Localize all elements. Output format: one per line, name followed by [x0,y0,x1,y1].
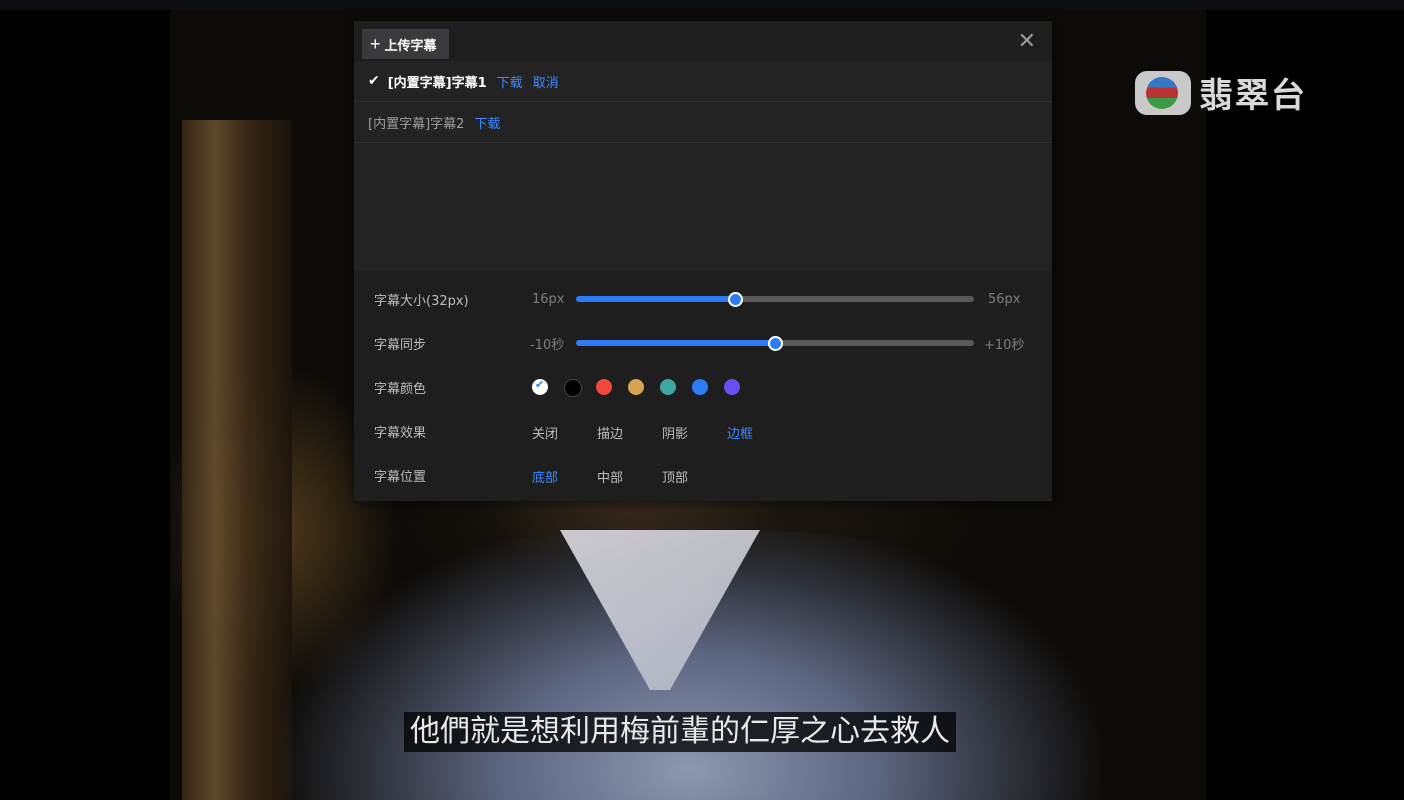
position-label: 字幕位置 [374,469,427,485]
cancel-link[interactable]: 取消 [533,72,559,91]
color-swatch[interactable] [532,378,548,395]
effect-option[interactable]: 阴影 [662,423,688,442]
check-icon: ✔ [368,73,380,89]
color-swatch[interactable] [692,379,708,395]
effect-label: 字幕效果 [374,425,427,441]
upload-subtitle-button[interactable]: + 上传字幕 [362,29,449,59]
tvb-logo-icon [1135,70,1191,115]
effect-option[interactable]: 描边 [597,423,623,442]
size-slider-handle[interactable] [728,292,744,307]
upload-label: 上传字幕 [384,37,437,53]
top-bar [0,0,1404,10]
position-option[interactable]: 中部 [597,467,623,486]
channel-name: 翡翠台 [1199,76,1307,116]
subtitle-text: 他們就是想利用梅前輩的仁厚之心去救人 [404,712,956,752]
sync-max: +10秒 [984,337,1025,353]
size-min: 16px [532,291,565,307]
download-link[interactable]: 下载 [474,113,500,132]
sync-min: -10秒 [530,337,565,353]
subtitle-track-2[interactable]: [内置字幕]字幕2 下载 [354,102,1052,143]
subtitle-track-1[interactable]: ✔ [内置字幕]字幕1 下载 取消 [354,61,1052,102]
background-door [182,120,292,800]
color-swatch[interactable] [564,379,582,397]
setting-size: 字幕大小(32px) 16px 56px [354,284,1052,314]
color-swatch[interactable] [660,379,676,395]
sync-slider-handle[interactable] [768,336,783,351]
size-max: 56px [988,291,1021,307]
position-option[interactable]: 顶部 [662,467,688,486]
track-label: [内置字幕]字幕1 [387,75,487,91]
setting-sync: 字幕同步 -10秒 +10秒 [354,328,1052,358]
color-swatch[interactable] [596,379,612,395]
color-swatch[interactable] [628,379,644,395]
sync-slider[interactable] [576,336,974,351]
close-icon[interactable]: ✕ [1018,31,1036,53]
effect-option[interactable]: 边框 [727,423,753,442]
position-option[interactable]: 底部 [532,467,558,486]
channel-logo: 翡翠台 [1135,68,1307,117]
setting-effect: 字幕效果 关闭 描边 阴影 边框 [354,416,1052,446]
setting-position: 字幕位置 底部 中部 顶部 [354,460,1052,490]
size-label: 字幕大小(32px) [374,293,469,309]
setting-color: 字幕颜色 [354,372,1052,402]
sync-label: 字幕同步 [374,337,427,353]
size-slider[interactable] [576,292,974,307]
subtitle-settings-panel: + 上传字幕 ✕ ✔ [内置字幕]字幕1 下载 取消 [内置字幕]字幕2 下载 … [354,21,1052,501]
color-label: 字幕颜色 [374,381,427,397]
download-link[interactable]: 下载 [497,72,523,91]
plus-icon: + [370,34,381,54]
subtitle-track-list: ✔ [内置字幕]字幕1 下载 取消 [内置字幕]字幕2 下载 [354,61,1052,271]
color-swatch[interactable] [724,379,740,395]
effect-option[interactable]: 关闭 [532,423,558,442]
track-label: [内置字幕]字幕2 [368,116,465,132]
